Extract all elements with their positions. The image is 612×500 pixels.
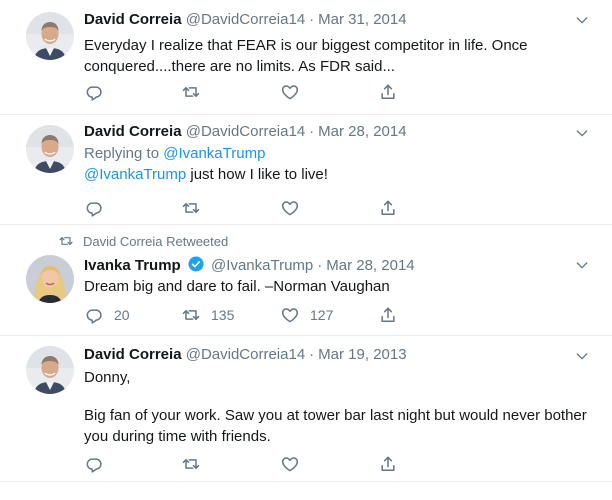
tweet-header: David Correia @DavidCorreia14 · Mar 31, 20…	[84, 10, 407, 30]
author-handle[interactable]: @DavidCorreia14	[186, 123, 305, 140]
tweet-3-retweet[interactable]: David Correia Retweeted Ivanka Trump @Iv…	[0, 225, 612, 336]
author-handle[interactable]: @DavidCorreia14	[186, 11, 305, 28]
reply-count: 20	[114, 307, 130, 323]
tweet-date[interactable]: Mar 31, 2014	[318, 11, 406, 28]
separator: ·	[317, 257, 323, 274]
tweet-timeline: David Correia @DavidCorreia14 · Mar 31, 20…	[0, 0, 612, 500]
tweet-text-line: Everyday I realize that FEAR is our bigg…	[84, 37, 528, 54]
tweet-text: @IvankaTrump just how I like to live!	[84, 164, 328, 185]
tweet-1[interactable]: David Correia @DavidCorreia14 · Mar 31, 20…	[0, 0, 612, 115]
tweet-text-line: you during time with friends.	[84, 428, 271, 445]
author-handle[interactable]: @DavidCorreia14	[186, 346, 305, 363]
retweet-icon	[181, 198, 201, 218]
retweet-button[interactable]: 135	[181, 305, 234, 325]
replying-to: Replying to @IvankaTrump	[84, 143, 265, 164]
retweet-context: David Correia Retweeted	[58, 233, 228, 249]
avatar[interactable]	[26, 255, 74, 303]
author-handle[interactable]: @IvankaTrump	[211, 257, 313, 274]
share-icon	[378, 82, 398, 102]
like-icon	[280, 198, 300, 218]
tweet-header: David Correia @DavidCorreia14 · Mar 28, 20…	[84, 122, 407, 142]
chevron-down-icon[interactable]	[574, 257, 590, 273]
like-button[interactable]	[280, 82, 310, 102]
share-icon	[378, 198, 398, 218]
separator: ·	[309, 11, 315, 28]
author-name[interactable]: David Correia	[84, 11, 182, 28]
retweet-icon	[58, 233, 74, 249]
reply-button[interactable]: 20	[84, 305, 130, 325]
avatar[interactable]	[26, 346, 74, 394]
share-icon	[378, 305, 398, 325]
replying-to-link[interactable]: @IvankaTrump	[163, 145, 265, 162]
tweet-text: Donny, Big fan of your work. Saw you at …	[84, 367, 587, 447]
like-button[interactable]	[280, 198, 310, 218]
tweet-4[interactable]: David Correia @DavidCorreia14 · Mar 19, 20…	[0, 336, 612, 482]
mention-link[interactable]: @IvankaTrump	[84, 166, 186, 183]
tweet-header: David Correia @DavidCorreia14 · Mar 19, 20…	[84, 345, 407, 365]
reply-button[interactable]	[84, 454, 114, 474]
like-icon	[280, 82, 300, 102]
tweet-text-body: just how I like to live!	[186, 166, 328, 183]
like-icon	[280, 305, 300, 325]
tweet-text-line: Donny,	[84, 369, 131, 386]
retweet-label[interactable]: David Correia Retweeted	[83, 234, 228, 249]
separator: ·	[309, 123, 315, 140]
chevron-down-icon[interactable]	[574, 125, 590, 141]
tweet-2[interactable]: David Correia @DavidCorreia14 · Mar 28, 20…	[0, 115, 612, 225]
avatar[interactable]	[26, 125, 74, 173]
author-name[interactable]: Ivanka Trump	[84, 257, 181, 274]
retweet-icon	[181, 305, 201, 325]
retweet-button[interactable]	[181, 82, 211, 102]
separator: ·	[309, 346, 315, 363]
retweet-button[interactable]	[181, 198, 211, 218]
reply-icon	[84, 305, 104, 325]
share-button[interactable]	[378, 198, 398, 218]
author-name[interactable]: David Correia	[84, 346, 182, 363]
share-button[interactable]	[378, 82, 398, 102]
author-name[interactable]: David Correia	[84, 123, 182, 140]
next-tweet-edge	[0, 482, 612, 500]
tweet-text: Dream big and dare to fail. –Norman Vaug…	[84, 278, 390, 295]
reply-button[interactable]	[84, 82, 114, 102]
like-count: 127	[310, 307, 334, 323]
tweet-actions	[84, 82, 414, 102]
retweet-button[interactable]	[181, 454, 211, 474]
tweet-actions	[84, 198, 414, 218]
like-button[interactable]: 127	[280, 305, 333, 325]
chevron-down-icon[interactable]	[574, 12, 590, 28]
reply-button[interactable]	[84, 198, 114, 218]
replying-to-label: Replying to	[84, 145, 160, 162]
tweet-date[interactable]: Mar 28, 2014	[318, 123, 406, 140]
reply-icon	[84, 198, 104, 218]
chevron-down-icon[interactable]	[574, 348, 590, 364]
share-icon	[378, 454, 398, 474]
tweet-actions	[84, 454, 414, 474]
like-icon	[280, 454, 300, 474]
share-button[interactable]	[378, 305, 398, 325]
avatar[interactable]	[26, 12, 74, 60]
tweet-text-line: conquered....there are no limits. As FDR…	[84, 58, 395, 75]
reply-icon	[84, 454, 104, 474]
tweet-text: Everyday I realize that FEAR is our bigg…	[84, 35, 528, 77]
reply-icon	[84, 82, 104, 102]
tweet-date[interactable]: Mar 28, 2014	[326, 257, 414, 274]
verified-badge-icon	[188, 256, 204, 272]
like-button[interactable]	[280, 454, 310, 474]
share-button[interactable]	[378, 454, 398, 474]
retweet-count: 135	[211, 307, 235, 323]
retweet-icon	[181, 82, 201, 102]
tweet-text-line: Big fan of your work. Saw you at tower b…	[84, 407, 587, 424]
tweet-date[interactable]: Mar 19, 2013	[318, 346, 406, 363]
retweet-icon	[181, 454, 201, 474]
tweet-actions: 20 135 127	[84, 305, 414, 325]
tweet-header: Ivanka Trump @IvankaTrump · Mar 28, 2014	[84, 255, 415, 275]
